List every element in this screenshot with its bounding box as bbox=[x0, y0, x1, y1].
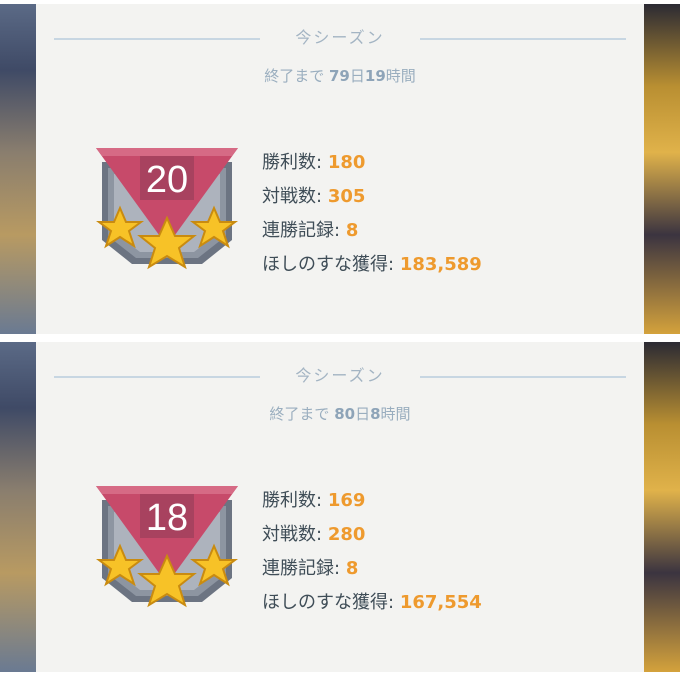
remaining-days: 79 bbox=[329, 67, 350, 85]
league-medal-icon: 18 bbox=[96, 486, 238, 608]
remaining-prefix: 終了まで bbox=[264, 67, 325, 85]
divider-line bbox=[54, 376, 260, 378]
stat-value: 180 bbox=[327, 152, 366, 173]
background-left bbox=[0, 4, 36, 334]
stat-value: 183,589 bbox=[399, 254, 482, 275]
stat-win-streak: 連勝記録: 8 bbox=[262, 214, 482, 248]
remaining-days: 80 bbox=[334, 405, 356, 423]
stat-stardust: ほしのすな獲得: 183,589 bbox=[262, 248, 482, 282]
hours-unit: 時間 bbox=[385, 67, 416, 85]
stat-value: 8 bbox=[345, 558, 359, 579]
stat-label: 連勝記録: bbox=[262, 220, 341, 241]
remaining-prefix: 終了まで bbox=[269, 405, 330, 423]
stat-value: 280 bbox=[327, 524, 366, 545]
stat-label: 対戦数: bbox=[262, 524, 323, 545]
divider-line bbox=[420, 376, 626, 378]
divider-line bbox=[54, 38, 260, 40]
season-stats: 勝利数: 169 対戦数: 280 連勝記録: 8 ほしのすな獲得: 167,5… bbox=[262, 484, 482, 620]
stat-value: 8 bbox=[345, 220, 359, 241]
season-header: 今シーズン bbox=[36, 362, 644, 390]
stat-win-streak: 連勝記録: 8 bbox=[262, 552, 482, 586]
season-remaining-time: 終了まで 80日8時間 bbox=[36, 402, 644, 426]
medal-level: 18 bbox=[146, 497, 188, 539]
stat-label: ほしのすな獲得: bbox=[262, 592, 395, 613]
league-medal-icon: 20 bbox=[96, 148, 238, 270]
season-card: 今シーズン 終了まで 80日8時間 18 勝利数: 169 対戦数: 280 連… bbox=[36, 342, 644, 672]
stat-label: 勝利数: bbox=[262, 490, 323, 511]
season-stats: 勝利数: 180 対戦数: 305 連勝記録: 8 ほしのすな獲得: 183,5… bbox=[262, 146, 482, 282]
background-right bbox=[644, 342, 680, 672]
background-right bbox=[644, 4, 680, 334]
season-panel-1: 今シーズン 終了まで 79日19時間 20 勝利数: 180 対戦数: 305 … bbox=[0, 4, 680, 334]
stat-stardust: ほしのすな獲得: 167,554 bbox=[262, 586, 482, 620]
remaining-hours: 8 bbox=[370, 405, 381, 423]
hours-unit: 時間 bbox=[380, 405, 411, 423]
stat-label: 勝利数: bbox=[262, 152, 323, 173]
remaining-hours: 19 bbox=[364, 67, 386, 85]
stat-value: 305 bbox=[327, 186, 366, 207]
divider-line bbox=[420, 38, 626, 40]
season-card: 今シーズン 終了まで 79日19時間 20 勝利数: 180 対戦数: 305 … bbox=[36, 4, 644, 334]
stat-label: ほしのすな獲得: bbox=[262, 254, 395, 275]
season-panel-2: 今シーズン 終了まで 80日8時間 18 勝利数: 169 対戦数: 280 連… bbox=[0, 342, 680, 672]
stat-value: 169 bbox=[327, 490, 366, 511]
stat-label: 対戦数: bbox=[262, 186, 323, 207]
stat-value: 167,554 bbox=[399, 592, 482, 613]
days-unit: 日 bbox=[355, 405, 371, 423]
background-left bbox=[0, 342, 36, 672]
medal-level: 20 bbox=[146, 159, 188, 201]
stat-battles: 対戦数: 280 bbox=[262, 518, 482, 552]
season-header: 今シーズン bbox=[36, 24, 644, 52]
season-title: 今シーズン bbox=[295, 28, 385, 47]
days-unit: 日 bbox=[349, 67, 365, 85]
stat-wins: 勝利数: 180 bbox=[262, 146, 482, 180]
stat-battles: 対戦数: 305 bbox=[262, 180, 482, 214]
season-remaining-time: 終了まで 79日19時間 bbox=[36, 64, 644, 88]
stat-label: 連勝記録: bbox=[262, 558, 341, 579]
stat-wins: 勝利数: 169 bbox=[262, 484, 482, 518]
season-title: 今シーズン bbox=[295, 366, 385, 385]
